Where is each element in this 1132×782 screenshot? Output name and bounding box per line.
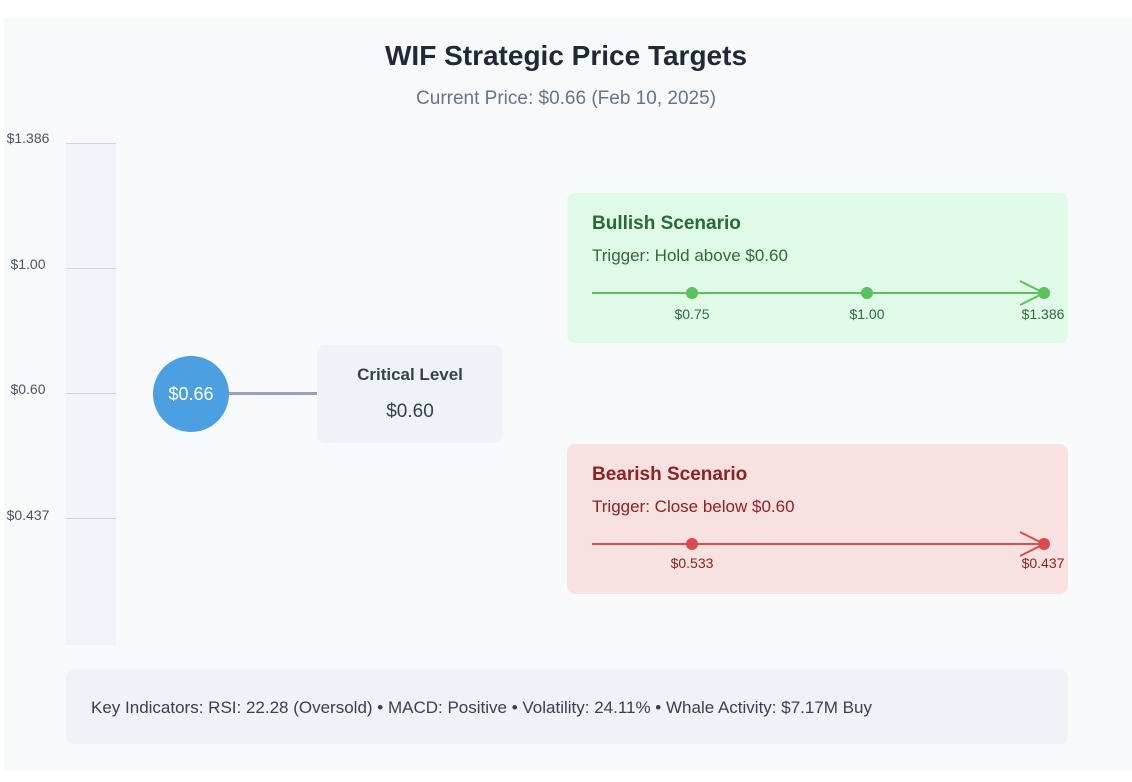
bullish-target-dot (861, 287, 873, 299)
current-price-marker: $0.66 (153, 356, 229, 432)
scale-tick-label: $0.60 (10, 381, 46, 397)
bullish-target-dot (1038, 287, 1050, 299)
scale-tick-line (66, 393, 116, 394)
bullish-scenario-card: Bullish Scenario Trigger: Hold above $0.… (567, 193, 1068, 343)
page-title: WIF Strategic Price Targets (384, 40, 748, 71)
current-to-critical-connector (228, 392, 318, 395)
scale-tick-label: $0.437 (6, 507, 50, 523)
scale-tick-label: $1.00 (10, 256, 46, 272)
key-indicators-panel: Key Indicators: RSI: 22.28 (Oversold) • … (66, 670, 1068, 744)
bearish-target-label: $0.437 (1022, 555, 1065, 571)
scale-tick-label: $1.386 (6, 130, 50, 146)
page-subtitle: Current Price: $0.66 (Feb 10, 2025) (416, 88, 716, 109)
bullish-target-label: $1.00 (849, 306, 884, 322)
bullish-target-dot (686, 287, 698, 299)
bearish-scenario-card: Bearish Scenario Trigger: Close below $0… (567, 444, 1068, 594)
critical-level-box: Critical Level $0.60 (317, 345, 503, 443)
current-price-label: $0.66 (168, 383, 214, 404)
scale-tick-line (66, 143, 116, 144)
critical-level-title: Critical Level (357, 365, 463, 384)
bullish-target-path: $0.75 $1.00 $1.386 (592, 280, 1065, 322)
bearish-target-label: $0.533 (671, 555, 714, 571)
bearish-target-dot (686, 538, 698, 550)
scale-tick-line (66, 268, 116, 269)
bearish-target-path: $0.533 $0.437 (592, 531, 1065, 571)
bullish-target-label: $1.386 (1022, 306, 1065, 322)
scale-tick-line (66, 518, 116, 519)
bearish-target-dot (1038, 538, 1050, 550)
key-indicators-text: Key Indicators: RSI: 22.28 (Oversold) • … (91, 698, 872, 717)
critical-level-value: $0.60 (386, 401, 434, 422)
price-scale-bar (66, 143, 116, 645)
bullish-target-label: $0.75 (674, 306, 709, 322)
